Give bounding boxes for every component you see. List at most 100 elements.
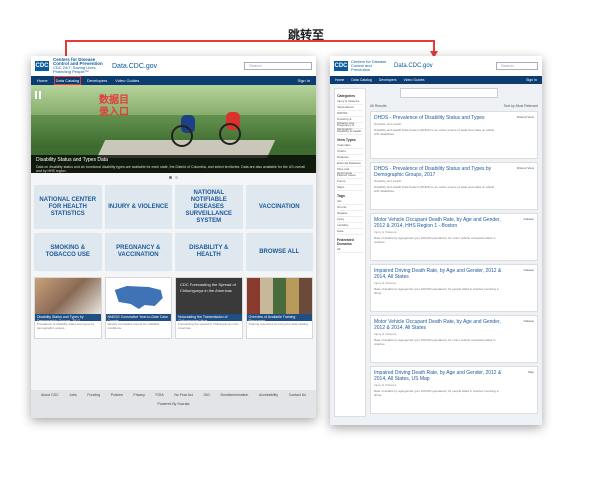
tile-disability[interactable]: DISABILITY & HEALTH (175, 233, 243, 271)
result-card[interactable]: Impaired Driving Death Rate, by Age and … (370, 366, 538, 414)
nav-developers[interactable]: Developers (379, 78, 397, 82)
result-category: Injury & Violence (374, 230, 397, 234)
nav-home[interactable]: Home (37, 78, 48, 83)
main-nav: Home Data Catalog Developers Video Guide… (31, 76, 316, 85)
footer-link[interactable]: Privacy (133, 393, 144, 397)
site-footer: About CDC Jobs Funding Policies Privacy … (31, 390, 316, 418)
footer-link[interactable]: Funding (87, 393, 100, 397)
nav-home[interactable]: Home (335, 78, 344, 82)
nav-data-catalog[interactable]: Data Catalog (351, 78, 371, 82)
filter-heading: Categories (337, 94, 356, 98)
sort-select[interactable]: Sort by Most Relevant (504, 104, 538, 108)
cdc-logo-icon[interactable]: CDC (35, 61, 49, 71)
result-description: Rate of deaths by age/gender (per 100,00… (374, 236, 496, 244)
tile-injury-violence[interactable]: INJURY & VIOLENCE (104, 185, 172, 229)
filter-item[interactable]: state (337, 229, 363, 235)
filter-heading: Tags (337, 194, 345, 198)
tile-browse-all[interactable]: BROWSE ALL (245, 233, 313, 271)
result-description: Rate of deaths by age/gender (per 100,00… (374, 389, 499, 397)
hero-carousel[interactable]: 数据目 录入口 Disability Status and Types Data… (31, 85, 316, 173)
feature-image: CDC Forecasting the Spread of Chikunguny… (176, 278, 242, 314)
agency-brand: Centers for Disease Control and Preventi… (351, 59, 387, 72)
result-category: Disability and Health (374, 179, 402, 183)
tile-nndss[interactable]: NATIONAL NOTIFIABLE DISEASES SURVEILLANC… (175, 185, 243, 229)
footer-link[interactable]: Policies (111, 393, 123, 397)
carousel-dot[interactable] (169, 175, 172, 179)
site-title[interactable]: Data.CDC.gov (394, 63, 433, 69)
nav-video-guides[interactable]: Video Guides (404, 78, 425, 82)
result-type-badge: Map (528, 370, 534, 374)
entry-annotation: 数据目 录入口 (99, 95, 129, 118)
hero-caption: Disability Status and Types Data Data on… (31, 155, 316, 173)
hero-description: Data on disability status and six functi… (36, 165, 305, 173)
sign-in-button[interactable]: Sign In (298, 78, 310, 83)
result-title[interactable]: DHDS - Prevalence of Disability Status a… (374, 115, 506, 121)
footer-link[interactable]: OIG (203, 393, 209, 397)
footer-link[interactable]: No Fear Act (174, 393, 192, 397)
filter-sidebar: Categories Injury & Violence Vaccination… (334, 88, 366, 417)
result-card[interactable]: Motor Vehicle Occupant Death Rate, by Ag… (370, 213, 538, 261)
nav-video-guides[interactable]: Video Guides (115, 78, 139, 83)
nav-developers[interactable]: Developers (87, 78, 107, 83)
result-description: Disability and Health Data System (DHDS)… (374, 128, 495, 136)
data-catalog-page: CDC Centers for Disease Control and Prev… (330, 56, 542, 425)
hero-title[interactable]: Disability Status and Types Data (36, 157, 311, 163)
tile-vaccination[interactable]: VACCINATION (245, 185, 313, 229)
result-title[interactable]: Impaired Driving Death Rate, by Age and … (374, 370, 506, 382)
feature-card[interactable]: NNDSS Cumulative Year-to-Date Case Count… (104, 277, 172, 339)
us-map-icon (114, 286, 163, 309)
result-type-badge: Dataset (523, 268, 534, 272)
site-title[interactable]: Data.CDC.gov (112, 63, 157, 70)
wheelchair-wheel (219, 123, 241, 145)
feature-card[interactable]: CDC Forecasting the Spread of Chikunguny… (175, 277, 243, 339)
site-header: CDC Centers for Disease Control and Prev… (31, 56, 316, 76)
result-title[interactable]: Motor Vehicle Occupant Death Rate, by Ag… (374, 319, 506, 331)
agency-brand: Centers for Disease Control and Preventi… (53, 57, 103, 74)
result-title[interactable]: Impaired Driving Death Rate, by Age and … (374, 268, 506, 280)
filter-item[interactable]: All (337, 247, 363, 253)
footer-link[interactable]: Nondiscrimination (221, 393, 249, 397)
footer-link[interactable]: About CDC (41, 393, 59, 397)
footer-link[interactable]: Contact Us (289, 393, 306, 397)
result-card[interactable]: DHDS - Prevalence of Disability Status a… (370, 162, 538, 210)
result-card[interactable]: Motor Vehicle Occupant Death Rate, by Ag… (370, 315, 538, 363)
result-type-badge: Dataset (523, 217, 534, 221)
tile-nchs[interactable]: NATIONAL CENTER FOR HEALTH STATISTICS (34, 185, 102, 229)
result-type-badge: Filtered View (516, 115, 534, 119)
category-tiles-row2: SMOKING & TOBACCO USE PREGNANCY & VACCIN… (31, 233, 316, 275)
result-title[interactable]: Motor Vehicle Occupant Death Rate, by Ag… (374, 217, 506, 229)
result-card[interactable]: Impaired Driving Death Rate, by Age and … (370, 264, 538, 312)
tile-smoking[interactable]: SMOKING & TOBACCO USE (34, 233, 102, 271)
wheelchair-wheel (171, 125, 193, 147)
result-description: Rate of deaths by age/gender (per 100,00… (374, 287, 499, 295)
books-image (246, 278, 312, 314)
footer-link[interactable]: FOIA (156, 393, 164, 397)
results-toolbar: All Results Sort by Most Relevant (370, 104, 538, 108)
search-input[interactable]: Search (496, 62, 538, 70)
carousel-dot[interactable] (175, 175, 178, 179)
footer-link[interactable]: Accessibility (259, 393, 278, 397)
filter-item[interactable]: Maps (337, 185, 363, 191)
filter-heading: View Types (337, 138, 356, 142)
feature-card[interactable]: Overview of Available Training Resources… (245, 277, 313, 339)
footer-links: About CDC Jobs Funding Policies Privacy … (41, 393, 306, 397)
filter-item[interactable]: Disability & Health (337, 129, 363, 135)
main-nav: Home Data Catalog Developers Video Guide… (330, 76, 542, 84)
result-title[interactable]: DHDS - Prevalence of Disability Status a… (374, 166, 506, 178)
result-category: Injury & Violence (374, 332, 397, 336)
cdc-logo-icon[interactable]: CDC (334, 61, 348, 71)
tile-pregnancy[interactable]: PREGNANCY & VACCINATION (104, 233, 172, 271)
results-panel: All Results Sort by Most Relevant DHDS -… (370, 88, 538, 417)
catalog-search-input[interactable] (400, 88, 498, 98)
filter-heading: Federated Domains (337, 238, 354, 246)
search-input[interactable]: Search (244, 62, 312, 70)
nav-data-catalog[interactable]: Data Catalog (53, 76, 82, 85)
pause-icon[interactable] (35, 91, 41, 99)
result-card[interactable]: DHDS - Prevalence of Disability Status a… (370, 111, 538, 159)
footer-link[interactable]: Jobs (69, 393, 76, 397)
result-description: Rate of deaths by age/gender (per 100,00… (374, 338, 496, 346)
result-category: Injury & Violence (374, 383, 397, 387)
category-tiles: NATIONAL CENTER FOR HEALTH STATISTICS IN… (31, 181, 316, 233)
sign-in-button[interactable]: Sign In (526, 78, 537, 82)
feature-card[interactable]: Disability Status and Types by Demograph… (34, 277, 102, 339)
